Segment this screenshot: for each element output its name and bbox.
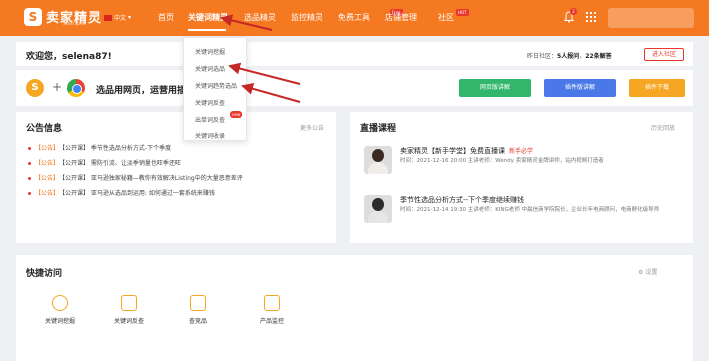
arrow-to-nav xyxy=(220,14,273,31)
arrow-to-keyword-selection xyxy=(228,62,301,85)
annotation-arrows xyxy=(220,14,301,103)
arrow-to-trend-selection xyxy=(241,82,301,103)
